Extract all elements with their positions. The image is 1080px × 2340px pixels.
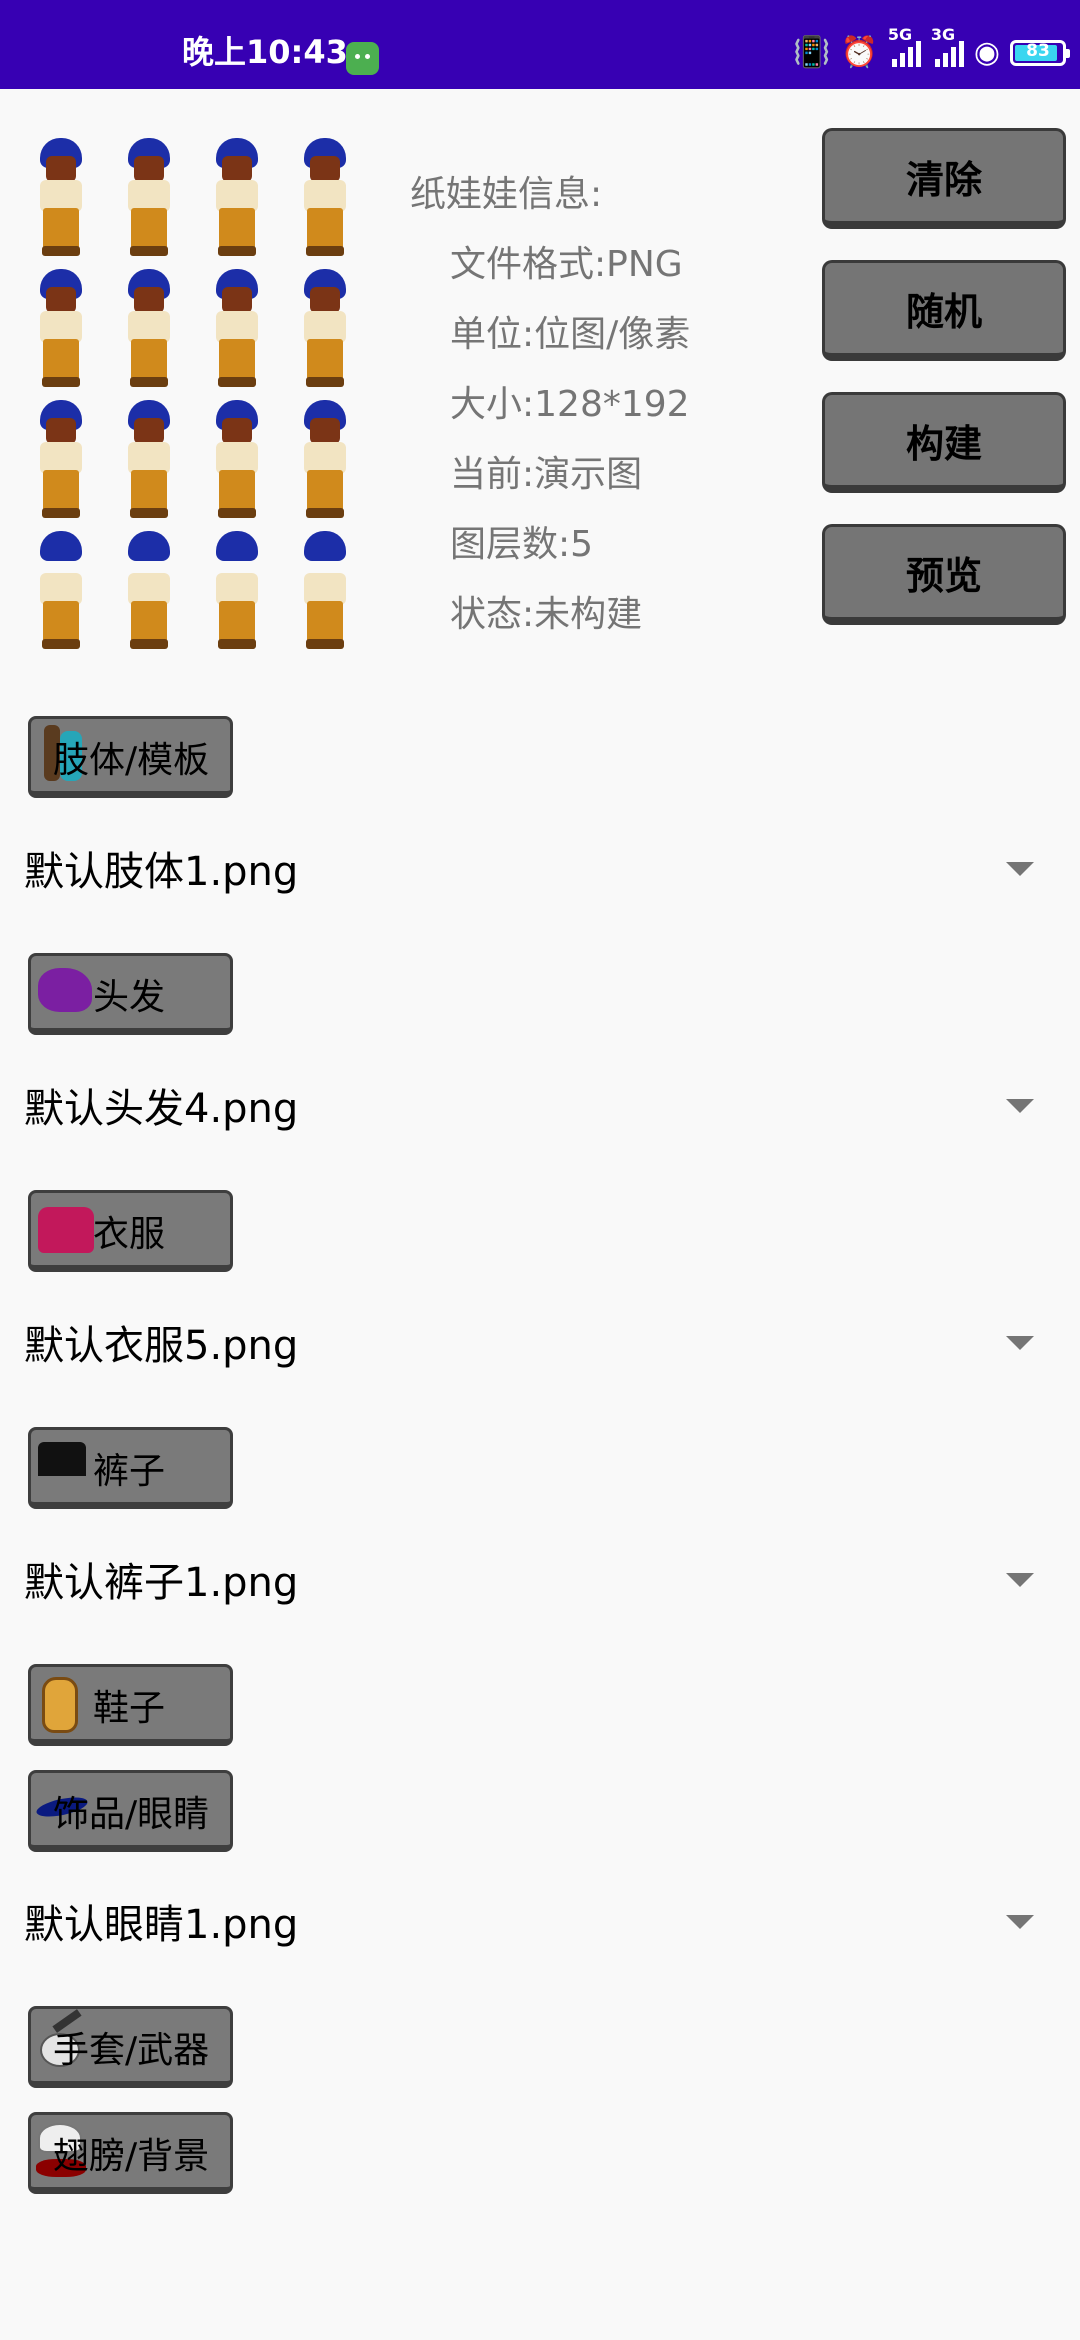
signal-5g-icon: 5G: [888, 25, 921, 67]
alarm-icon: ⏰: [840, 35, 878, 70]
wings-background-label: 翅膀/背景: [53, 2136, 210, 2177]
preview-button[interactable]: 预览: [822, 524, 1066, 625]
info-title: 纸娃娃信息:: [410, 174, 603, 215]
hair-label: 头发: [93, 977, 166, 1018]
wings-background-button[interactable]: 翅膀/背景: [28, 2112, 233, 2194]
sprite-frame-down-2: [118, 138, 178, 258]
signal-3g-icon: 3G: [931, 25, 964, 67]
sprite-frame-up-3: [206, 531, 266, 651]
limbs-template-label: 肢体/模板: [53, 740, 210, 781]
sprite-frame-up-1: [30, 531, 90, 651]
hair-selected-value: 默认头发4.png: [24, 1086, 299, 1132]
sprite-frame-down-1: [30, 138, 90, 258]
dropdown-arrow-icon: [1006, 1099, 1034, 1113]
dropdown-arrow-icon: [1006, 1915, 1034, 1929]
shoes-label: 鞋子: [93, 1688, 166, 1729]
sprite-frame-left-3: [206, 269, 266, 389]
info-state: 状态:未构建: [450, 594, 643, 635]
shoes-button[interactable]: 鞋子: [28, 1664, 233, 1746]
sprite-frame-left-1: [30, 269, 90, 389]
pants-selected-value: 默认裤子1.png: [24, 1560, 299, 1606]
sprite-frame-down-4: [294, 138, 354, 258]
clothes-selected-value: 默认衣服5.png: [24, 1323, 299, 1369]
sprite-frame-right-3: [206, 400, 266, 520]
sprite-frame-right-1: [30, 400, 90, 520]
info-size: 大小:128*192: [450, 384, 690, 425]
clear-button[interactable]: 清除: [822, 128, 1066, 229]
sprite-frame-left-4: [294, 269, 354, 389]
pants-icon: [34, 1434, 90, 1496]
hair-select[interactable]: 默认头发4.png: [24, 1065, 1034, 1145]
shoes-icon: [34, 1671, 90, 1733]
limbs-template-button[interactable]: 肢体/模板: [28, 716, 233, 798]
app-notification-icon: [346, 42, 379, 75]
clothes-select[interactable]: 默认衣服5.png: [24, 1302, 1034, 1382]
dropdown-arrow-icon: [1006, 1336, 1034, 1350]
build-button[interactable]: 构建: [822, 392, 1066, 493]
pants-select[interactable]: 默认裤子1.png: [24, 1539, 1034, 1619]
limbs-select[interactable]: 默认肢体1.png: [24, 828, 1034, 908]
accessory-eyes-button[interactable]: 饰品/眼睛: [28, 1770, 233, 1852]
sprite-frame-down-3: [206, 138, 266, 258]
accessory-eyes-label: 饰品/眼睛: [53, 1794, 210, 1835]
sprite-frame-right-2: [118, 400, 178, 520]
eyes-selected-value: 默认眼睛1.png: [24, 1902, 299, 1948]
random-button[interactable]: 随机: [822, 260, 1066, 361]
status-time: 晚上10:43: [182, 33, 348, 71]
status-bar: 晚上10:43 📳 ⏰ 5G 3G ◉ 83: [0, 0, 1080, 89]
clothes-icon: [34, 1197, 94, 1259]
hair-icon: [34, 960, 92, 1022]
sprite-frame-up-2: [118, 531, 178, 651]
vibrate-icon: 📳: [793, 35, 831, 70]
clothes-button[interactable]: 衣服: [28, 1190, 233, 1272]
gloves-weapons-button[interactable]: 手套/武器: [28, 2006, 233, 2088]
status-icons: 📳 ⏰ 5G 3G ◉ 83: [793, 25, 1070, 70]
info-current: 当前:演示图: [450, 454, 643, 495]
battery-icon: 83: [1010, 40, 1070, 66]
doll-info-panel: 纸娃娃信息: 文件格式:PNG 单位:位图/像素 大小:128*192 当前:演…: [410, 160, 690, 650]
wifi-icon: ◉: [973, 35, 1000, 70]
clothes-label: 衣服: [93, 1214, 166, 1255]
pants-label: 裤子: [93, 1451, 166, 1492]
info-format: 文件格式:PNG: [450, 244, 683, 285]
sprite-frame-right-4: [294, 400, 354, 520]
info-unit: 单位:位图/像素: [450, 314, 691, 355]
battery-level: 83: [1026, 41, 1050, 61]
sprite-frame-left-2: [118, 269, 178, 389]
info-layers: 图层数:5: [450, 524, 594, 565]
hair-button[interactable]: 头发: [28, 953, 233, 1035]
eyes-select[interactable]: 默认眼睛1.png: [24, 1881, 1034, 1961]
pants-button[interactable]: 裤子: [28, 1427, 233, 1509]
dropdown-arrow-icon: [1006, 862, 1034, 876]
gloves-weapons-label: 手套/武器: [53, 2030, 210, 2071]
limbs-selected-value: 默认肢体1.png: [24, 849, 299, 895]
sprite-frame-up-4: [294, 531, 354, 651]
sprite-sheet-preview: [30, 138, 382, 668]
dropdown-arrow-icon: [1006, 1573, 1034, 1587]
